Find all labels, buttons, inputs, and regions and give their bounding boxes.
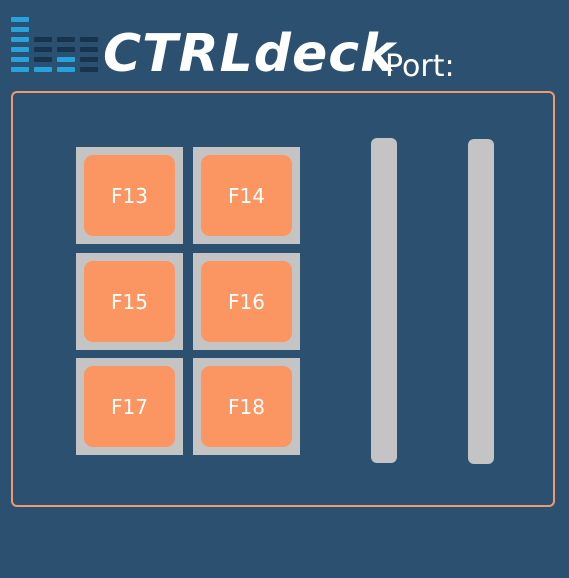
key-f17[interactable]: F17 [76,358,183,455]
level-bar-segment [11,57,29,62]
key-label: F18 [201,366,292,447]
key-f15[interactable]: F15 [76,253,183,350]
key-f14[interactable]: F14 [193,147,300,244]
key-f16[interactable]: F16 [193,253,300,350]
level-bar-segment [57,57,75,62]
key-f13[interactable]: F13 [76,147,183,244]
level-bar-segment [34,57,52,62]
level-bar-segment [34,37,52,42]
key-f18[interactable]: F18 [193,358,300,455]
level-bar-segment [34,67,52,72]
level-bar-segment [80,37,98,42]
level-bar-segment [11,37,29,42]
slider-1[interactable] [371,138,397,463]
key-label: F13 [84,155,175,236]
level-bar-segment [80,67,98,72]
app-logo-text: CTRLdeck [103,24,396,84]
level-bar-segment [34,47,52,52]
level-bar-segment [11,67,29,72]
slider-2[interactable] [468,139,494,464]
key-label: F14 [201,155,292,236]
port-label: Port: [385,49,455,84]
level-bar-segment [57,67,75,72]
level-bar-segment [57,37,75,42]
level-bar-segment [11,17,29,22]
key-label: F17 [84,366,175,447]
key-label: F15 [84,261,175,342]
level-bar-segment [80,57,98,62]
key-label: F16 [201,261,292,342]
level-bar-segment [57,47,75,52]
level-bar-segment [80,47,98,52]
control-panel: F13 F14 F15 F16 F17 F18 [11,91,555,507]
level-bar-segment [11,27,29,32]
level-meter-icon [10,10,100,80]
level-bar-segment [11,47,29,52]
